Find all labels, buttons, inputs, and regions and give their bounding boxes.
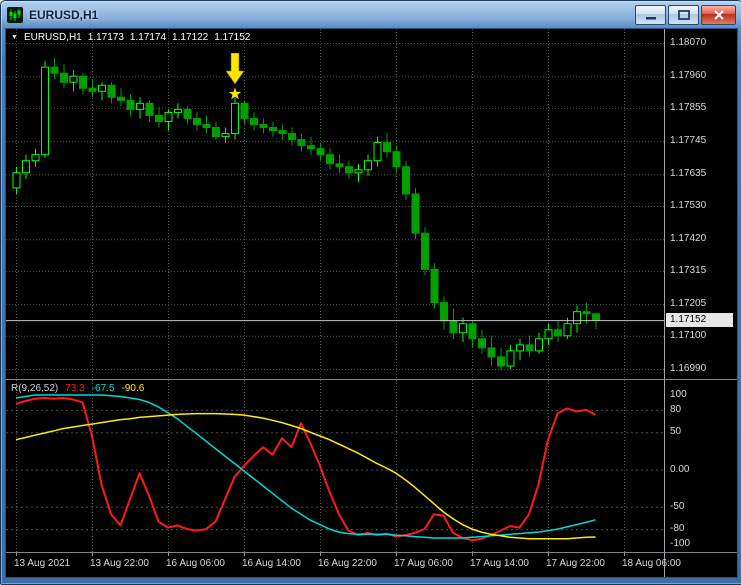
high-value: 1.17174 xyxy=(129,32,167,43)
time-tick xyxy=(168,553,169,556)
time-tick xyxy=(320,553,321,556)
time-tick xyxy=(548,553,549,556)
title-bar[interactable]: EURUSD,H1 xyxy=(1,1,741,28)
indicator-value-3: -90.6 xyxy=(121,383,145,394)
time-axis-label: 13 Aug 22:00 xyxy=(90,558,149,569)
low-value: 1.17122 xyxy=(172,32,209,43)
price-tick-label: 1.17530 xyxy=(670,200,707,211)
price-tick-label: 1.18070 xyxy=(670,37,707,48)
price-chart[interactable] xyxy=(6,29,664,379)
indicator-tick-label: -50 xyxy=(670,500,685,512)
symbol-dropdown-icon[interactable]: ▼ xyxy=(11,34,18,41)
time-tick xyxy=(244,553,245,556)
time-axis-label: 17 Aug 22:00 xyxy=(546,558,605,569)
indicator-tick-label: 50 xyxy=(670,426,682,438)
price-axis[interactable]: 1.17152 1.18070 1.17960 1.17855 1.17745 1.17… xyxy=(664,29,737,577)
chart-app-icon xyxy=(7,6,23,23)
indicator-label: R(9,26,52) 73.3 -67.5 -90.6 xyxy=(11,383,144,394)
open-value: 1.17173 xyxy=(87,32,124,43)
window-controls xyxy=(635,4,736,25)
time-axis[interactable]: 13 Aug 2021 13 Aug 22:00 16 Aug 06:00 16 Au… xyxy=(6,553,737,577)
price-tick-label: 1.17420 xyxy=(670,233,707,245)
indicator-name: R(9,26,52) xyxy=(11,383,59,394)
price-tick-label: 1.17960 xyxy=(670,70,707,82)
chart-client-area: ▼ EURUSD,H1 1.17173 1.17174 1.17122 1.17… xyxy=(5,28,738,578)
current-price-badge: 1.17152 xyxy=(666,313,733,328)
indicator-chart[interactable] xyxy=(6,380,664,552)
time-tick xyxy=(624,553,625,556)
indicator-tick-label: -100 xyxy=(670,538,691,549)
price-tick-label: 1.17635 xyxy=(670,168,707,180)
price-tick-label: 1.17100 xyxy=(670,329,707,341)
window-title: EURUSD,H1 xyxy=(29,7,99,22)
close-icon xyxy=(714,9,724,20)
chart-window: EURUSD,H1 ▼ EURUSD,H1 1.17173 1.17174 1.… xyxy=(0,0,741,585)
time-axis-label: 17 Aug 14:00 xyxy=(470,558,529,569)
time-tick xyxy=(16,553,17,556)
time-axis-label: 16 Aug 14:00 xyxy=(242,558,301,569)
price-tick-label: 1.17855 xyxy=(670,101,707,113)
time-tick xyxy=(396,553,397,556)
price-tick-label: 1.17315 xyxy=(670,264,707,276)
price-tick-label: 1.16990 xyxy=(670,363,707,374)
time-tick xyxy=(92,553,93,556)
minimize-icon xyxy=(646,16,656,19)
symbol-period-label: EURUSD,H1 xyxy=(23,32,82,43)
indicator-tick-label: 100 xyxy=(670,389,687,400)
time-axis-label: 17 Aug 06:00 xyxy=(394,558,453,569)
time-axis-label: 18 Aug 06:00 xyxy=(622,558,681,569)
ohlc-readout: ▼ EURUSD,H1 1.17173 1.17174 1.17122 1.17… xyxy=(11,32,250,43)
close-value: 1.17152 xyxy=(214,32,251,43)
indicator-value-2: -67.5 xyxy=(91,383,115,394)
price-tick-label: 1.17745 xyxy=(670,135,707,147)
price-tick-label: 1.17205 xyxy=(670,298,707,310)
time-axis-label: 16 Aug 06:00 xyxy=(166,558,225,569)
maximize-button[interactable] xyxy=(668,4,699,25)
time-tick xyxy=(472,553,473,556)
indicator-tick-label: 80 xyxy=(670,403,682,415)
minimize-button[interactable] xyxy=(635,4,666,25)
maximize-icon xyxy=(678,9,690,20)
time-axis-label: 16 Aug 22:00 xyxy=(318,558,377,569)
time-axis-label: 13 Aug 2021 xyxy=(14,558,71,569)
indicator-tick-label: 0.00 xyxy=(670,463,690,475)
indicator-value-1: 73.3 xyxy=(65,383,85,394)
close-button[interactable] xyxy=(701,4,736,25)
indicator-tick-label: -80 xyxy=(670,523,685,535)
